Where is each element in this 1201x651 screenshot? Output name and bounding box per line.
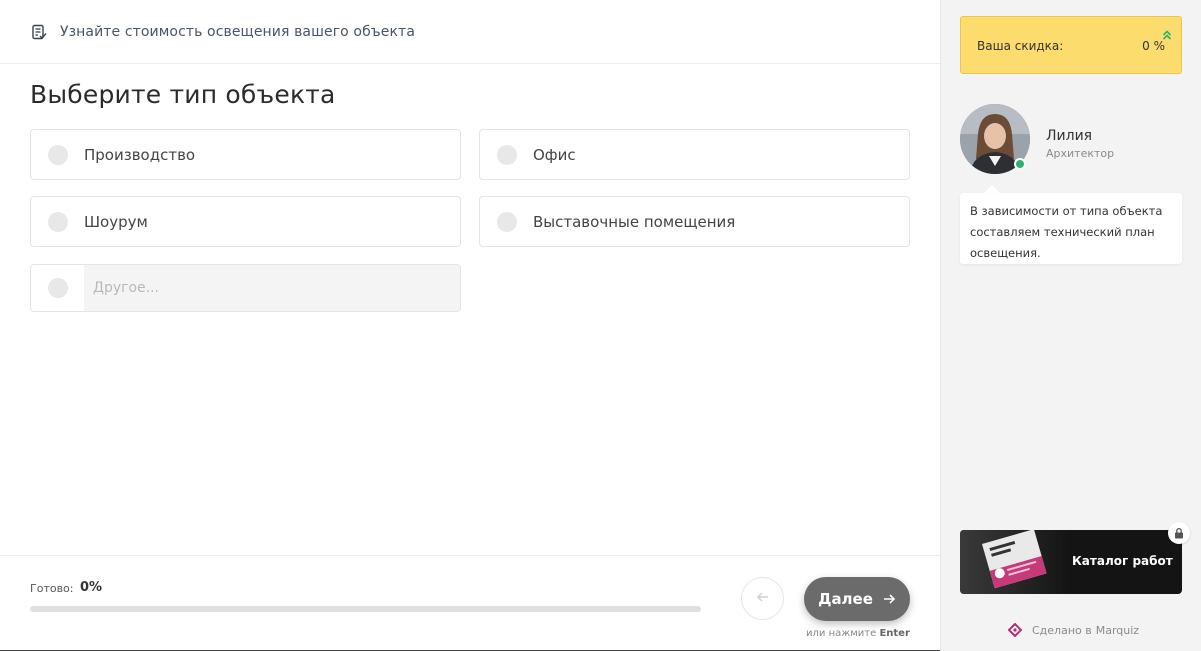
progress-bar	[30, 606, 701, 612]
radio-circle[interactable]	[497, 211, 517, 232]
bubble-tail	[984, 185, 1000, 193]
manager-role: Архитектор	[1046, 147, 1115, 160]
other-text-input[interactable]	[84, 265, 460, 311]
quiz-header: Узнайте стоимость освещения вашего объек…	[0, 0, 940, 64]
option-proizvodstvo[interactable]: Производство	[30, 129, 461, 180]
quiz-sidebar: Ваша скидка: 0 % Лилия Архитектор В зави…	[940, 0, 1201, 651]
quiz-main: Узнайте стоимость освещения вашего объек…	[0, 0, 940, 651]
enter-hint-prefix: или нажмите	[806, 628, 877, 639]
made-by-marquiz-link[interactable]: Сделано в Marquiz	[1008, 623, 1139, 637]
discount-label: Ваша скидка:	[977, 39, 1064, 53]
quiz-footer: Готово: 0% Далее или нажмите Enter	[0, 555, 940, 650]
enter-hint: или нажмите Enter	[806, 628, 910, 639]
made-by-prefix: Сделано в	[1032, 623, 1092, 637]
radio-circle[interactable]	[497, 144, 517, 165]
option-vystavochnye[interactable]: Выставочные помещения	[479, 196, 910, 247]
catalog-bonus-card[interactable]: Каталог работ	[960, 530, 1182, 594]
next-button[interactable]: Далее	[804, 577, 910, 621]
made-by-brand: Marquiz	[1095, 623, 1140, 637]
progress-value: 0%	[80, 580, 103, 595]
manager-message-bubble: В зависимости от типа объекта составляем…	[960, 193, 1182, 264]
online-status-dot	[1014, 158, 1026, 170]
catalog-label: Каталог работ	[1072, 554, 1173, 568]
discount-box: Ваша скидка: 0 %	[960, 16, 1182, 74]
manager-name: Лилия	[1046, 128, 1093, 144]
marquiz-logo-icon	[1008, 623, 1022, 637]
radio-circle[interactable]	[48, 278, 68, 298]
option-label: Производство	[84, 145, 196, 164]
option-other[interactable]	[30, 264, 461, 312]
discount-value: 0 %	[1142, 39, 1165, 53]
next-button-label: Далее	[818, 590, 873, 608]
enter-hint-key: Enter	[879, 628, 910, 639]
option-ofis[interactable]: Офис	[479, 129, 910, 180]
option-label: Шоурум	[84, 212, 148, 231]
arrow-left-icon	[756, 589, 770, 608]
option-label: Офис	[533, 145, 576, 164]
option-shourum[interactable]: Шоурум	[30, 196, 461, 247]
radio-circle[interactable]	[48, 144, 68, 165]
catalog-brochure-image	[960, 530, 1070, 594]
progress-label: Готово:	[30, 582, 74, 595]
back-button[interactable]	[741, 577, 784, 620]
arrow-right-icon	[882, 592, 896, 606]
lock-icon	[1168, 522, 1190, 544]
quiz-header-title: Узнайте стоимость освещения вашего объек…	[60, 23, 415, 40]
question-title: Выберите тип объекта	[30, 80, 336, 109]
option-label: Выставочные помещения	[533, 212, 736, 231]
radio-circle[interactable]	[48, 211, 68, 232]
form-document-icon	[31, 24, 47, 40]
